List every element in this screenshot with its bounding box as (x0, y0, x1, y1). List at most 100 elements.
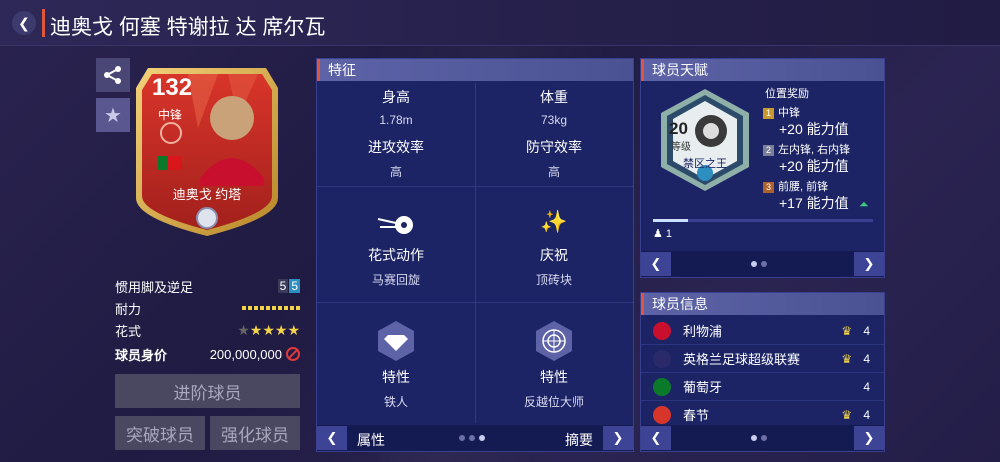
breakthrough-button[interactable]: 突破球员 (115, 416, 205, 450)
traits-prev-button[interactable]: ❮ (317, 426, 347, 450)
trait2-cell[interactable]: 特性 反越位大师 (475, 305, 633, 423)
portugal-flag-icon (158, 156, 182, 170)
star-icon: ★ (104, 104, 122, 127)
talent-dots (751, 261, 767, 267)
price-value: 200,000,000 (209, 346, 282, 362)
info-panel-title: 球员信息 (641, 293, 884, 315)
stamina-segment (272, 306, 276, 310)
stamina-segment (260, 306, 264, 310)
weight-cell: 体重 73kg (540, 89, 568, 127)
talent-level: 20 (669, 119, 688, 138)
weak-foot-left-value: 5 (277, 279, 289, 293)
talent-count: ♟ 1 (653, 228, 673, 240)
card-position: 中锋 (158, 108, 183, 122)
crown-icon: ♛ (841, 351, 853, 366)
info-row-icon (653, 377, 671, 396)
attributes-tab[interactable]: 属性 (357, 430, 385, 450)
celebration-cell[interactable]: ✨ 庆祝 顶砖块 (475, 189, 633, 303)
chevron-up-icon: ⏶ (859, 197, 869, 211)
info-row-name: 春节 (683, 408, 710, 423)
bonus-rank: 3 (763, 182, 774, 193)
traits-footer: ❮ 属性 摘要 ❯ (317, 425, 633, 451)
stamina-segment (284, 306, 288, 310)
talent-panel: 球员天赋 20 等级 禁区之王 位置奖励 1 中锋 +20 能力值 2 左内锋, 右内锋… (640, 58, 885, 278)
club-badge-icon (160, 122, 182, 144)
stamina-segment (248, 306, 252, 310)
bonus-position: 前腰, 前锋 (778, 181, 829, 193)
trait1-cell[interactable]: 特性 铁人 (317, 305, 475, 423)
stamina-segment (266, 306, 270, 310)
stamina-segment (254, 306, 258, 310)
bonus-value: +20 能力值 (779, 121, 849, 137)
info-row-value: 4 (863, 351, 870, 366)
weak-foot-right-value: 5 (289, 279, 300, 293)
page-indicator (459, 435, 485, 441)
info-panel: 球员信息 利物浦 ♛ 4 英格兰足球超级联赛 ♛ 4 葡萄牙 4 春节 ♛ 4 ❮ ❯ (640, 292, 885, 452)
talent-name: 禁区之王 (683, 158, 727, 170)
summary-tab[interactable]: 摘要 (565, 430, 593, 450)
skill-star-icon: ★ (274, 321, 288, 338)
traits-next-button[interactable]: ❯ (603, 426, 633, 450)
skill-star-icon: ★ (249, 321, 263, 338)
bonus-position: 左内锋, 右内锋 (778, 144, 851, 156)
stamina-row: 耐力 (115, 298, 300, 318)
info-row-icon (653, 349, 671, 368)
talent-prev-button[interactable]: ❮ (641, 252, 671, 276)
sparkle-icon: ✨ (540, 209, 568, 234)
info-row-name: 利物浦 (683, 324, 723, 339)
talent-panel-title: 球员天赋 (641, 59, 884, 81)
bonus-row: 1 中锋 +20 能力值 (763, 103, 881, 137)
traits-panel-title: 特征 (317, 59, 633, 81)
talent-progress-track (653, 219, 873, 222)
bonus-rank: 2 (763, 145, 774, 156)
crown-icon: ♛ (841, 323, 853, 338)
web-icon (475, 319, 633, 363)
skill-star-icon: ★ (237, 321, 250, 338)
skill-row: 花式 ★★★★★ (115, 321, 300, 339)
info-row-value: 4 (863, 407, 870, 422)
height-cell: 身高 1.78m (379, 89, 413, 127)
info-prev-button[interactable]: ❮ (641, 426, 671, 450)
talent-next-button[interactable]: ❯ (854, 252, 884, 276)
no-trade-icon (286, 347, 300, 361)
title-accent (42, 9, 45, 37)
price-row: 球员身价 200,000,000 (115, 344, 300, 364)
favorite-button[interactable]: ★ (96, 98, 130, 132)
info-row-icon (653, 321, 671, 340)
bonus-row: 2 左内锋, 右内锋 +20 能力值 (763, 140, 881, 174)
talent-footer: ❮ ❯ (641, 251, 884, 277)
info-dots (751, 435, 767, 441)
info-row-icon (653, 405, 671, 424)
stamina-segment (242, 306, 246, 310)
upgrade-button[interactable]: 进阶球员 (115, 374, 300, 408)
defense-cell: 防守效率 高 (475, 137, 633, 187)
info-footer: ❮ ❯ (641, 425, 884, 451)
stamina-bar (242, 306, 300, 310)
diamond-icon (317, 319, 475, 363)
crown-icon: ♛ (841, 407, 853, 422)
bonus-position: 中锋 (778, 107, 800, 119)
stamina-segment (290, 306, 294, 310)
enhance-button[interactable]: 强化球员 (210, 416, 300, 450)
top-bar: ❮ 迪奥戈 何塞 特谢拉 达 席尔瓦 (0, 0, 1000, 46)
bonus-value: +20 能力值 (779, 158, 849, 174)
info-row-value: 4 (863, 323, 870, 338)
info-row[interactable]: 利物浦 ♛ 4 (641, 317, 884, 345)
info-row[interactable]: 英格兰足球超级联赛 ♛ 4 (641, 345, 884, 373)
info-row-name: 葡萄牙 (683, 380, 723, 395)
stamina-segment (278, 306, 282, 310)
back-button[interactable]: ❮ (12, 11, 36, 35)
info-row[interactable]: 葡萄牙 4 (641, 373, 884, 401)
skill-move-cell[interactable]: 花式动作 马赛回旋 (317, 189, 475, 303)
share-button[interactable] (96, 58, 130, 92)
info-row-name: 英格兰足球超级联赛 (683, 352, 801, 367)
card-name: 迪奥戈 约塔 (172, 187, 242, 202)
info-next-button[interactable]: ❯ (854, 426, 884, 450)
traits-panel: 特征 身高 1.78m 体重 73kg 进攻效率 高 防守效率 高 花式动作 马… (316, 58, 634, 452)
bonus-rank: 1 (763, 108, 774, 119)
stamina-segment (296, 306, 300, 310)
info-row-value: 4 (863, 379, 870, 394)
attack-cell: 进攻效率 高 (317, 137, 475, 187)
weak-foot-row: 惯用脚及逆足 5 5 (115, 279, 300, 295)
player-card[interactable]: 132 中锋 迪奥戈 约塔 (128, 58, 286, 240)
